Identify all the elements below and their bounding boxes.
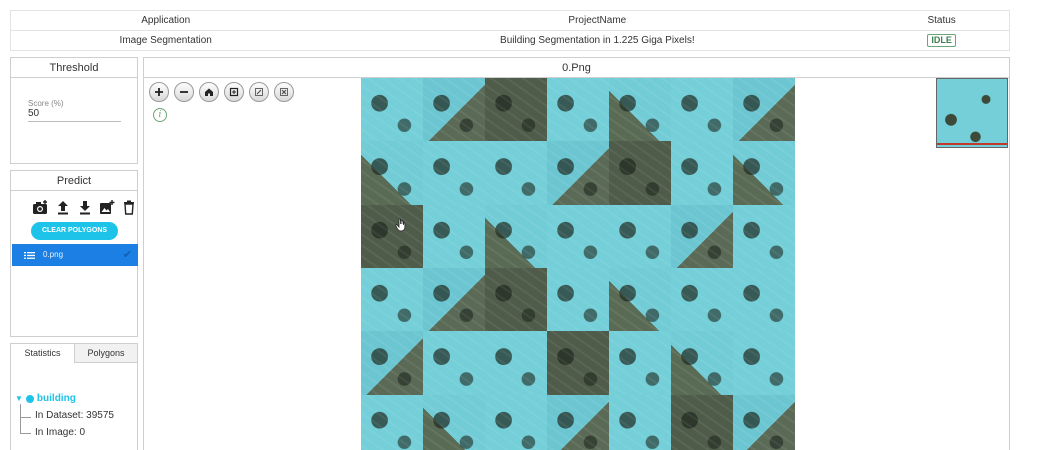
image-tile <box>485 331 547 395</box>
image-tile <box>423 141 485 205</box>
image-tile <box>547 78 609 142</box>
image-tile <box>423 394 485 450</box>
image-tile <box>361 78 423 142</box>
predict-title: Predict <box>11 171 137 191</box>
stats-tabs: Statistics Polygons <box>11 344 137 363</box>
header-application-label: Application <box>141 15 191 26</box>
image-tile <box>733 204 795 268</box>
zoom-out-icon[interactable] <box>174 82 194 102</box>
in-image-count: In Image: 0 <box>35 427 86 438</box>
image-tile <box>361 141 423 205</box>
threshold-panel: Threshold Score (%) 50 <box>10 57 138 164</box>
check-icon: ✔ <box>122 249 132 261</box>
image-tile <box>423 267 485 332</box>
hand-cursor-icon <box>395 218 406 232</box>
image-tile <box>733 141 795 205</box>
home-icon[interactable] <box>199 82 219 102</box>
file-list-item[interactable]: 0.png ✔ <box>12 244 138 266</box>
image-tile <box>547 394 609 450</box>
image-tile <box>361 331 423 395</box>
tab-statistics[interactable]: Statistics <box>11 344 74 363</box>
info-icon[interactable]: i <box>153 108 167 122</box>
in-dataset-count: In Dataset: 39575 <box>35 410 114 421</box>
status-badge: IDLE <box>927 33 956 47</box>
image-tile <box>671 394 733 450</box>
image-tile <box>361 267 423 332</box>
flip-icon[interactable] <box>274 82 294 102</box>
navigator-minimap[interactable] <box>936 78 1008 148</box>
zoom-in-icon[interactable] <box>149 82 169 102</box>
project-name: Building Segmentation in 1.225 Giga Pixe… <box>500 35 695 46</box>
image-tile <box>547 331 609 395</box>
status-cell: IDLE <box>874 31 1009 51</box>
image-tile <box>609 331 671 395</box>
tree-connector <box>20 404 21 434</box>
statistics-panel: Statistics Polygons ▼ building In Datase… <box>10 343 138 450</box>
class-tree-root[interactable]: ▼ building <box>15 393 76 404</box>
download-icon[interactable] <box>75 199 94 215</box>
rotate-icon[interactable] <box>249 82 269 102</box>
score-label: Score (%) <box>28 99 64 108</box>
image-tile <box>547 267 609 332</box>
header-table: Application ProjectName Status Image Seg… <box>10 10 1010 51</box>
image-tile <box>547 204 609 268</box>
image-tile <box>423 331 485 395</box>
image-tile <box>733 78 795 142</box>
application-name: Image Segmentation <box>119 35 212 46</box>
segmentation-image[interactable] <box>361 78 795 450</box>
image-tile <box>485 78 547 142</box>
tab-polygons[interactable]: Polygons <box>73 344 137 363</box>
trash-icon[interactable] <box>119 199 138 215</box>
image-tile <box>423 78 485 142</box>
image-tile <box>609 267 671 332</box>
predict-panel: Predict CLEAR POLYGONS 0.png ✔ <box>10 170 138 337</box>
header-project-label: ProjectName <box>568 15 627 26</box>
image-tile <box>547 141 609 205</box>
score-input[interactable]: 50 <box>28 108 121 122</box>
header-status-label: Status <box>927 15 956 26</box>
caret-down-icon[interactable]: ▼ <box>15 394 23 403</box>
threshold-title: Threshold <box>11 58 137 78</box>
list-icon <box>24 252 35 259</box>
viewer-title: 0.Png <box>144 58 1009 78</box>
image-tile <box>423 204 485 268</box>
viewer-controls <box>149 82 294 102</box>
image-tile <box>733 267 795 332</box>
camera-add-icon[interactable] <box>31 199 50 215</box>
class-color-dot <box>25 394 34 403</box>
header-row-labels: Application ProjectName Status <box>11 11 1009 31</box>
file-name: 0.png <box>43 250 64 259</box>
predict-toolbar <box>31 199 138 215</box>
image-tile <box>485 394 547 450</box>
image-tile <box>485 141 547 205</box>
minimap-viewport <box>937 143 1007 145</box>
image-tile <box>609 78 671 142</box>
image-tile <box>609 204 671 268</box>
header-row-values: Image Segmentation Building Segmentation… <box>11 31 1009 51</box>
image-tile <box>609 394 671 450</box>
image-tile <box>485 204 547 268</box>
fullpage-icon[interactable] <box>224 82 244 102</box>
tree-branch <box>20 433 31 434</box>
image-tile <box>361 394 423 450</box>
image-tile <box>733 394 795 450</box>
image-viewer: 0.Png i <box>143 57 1010 450</box>
add-image-icon[interactable] <box>97 199 116 215</box>
image-tile <box>609 141 671 205</box>
image-tile <box>733 331 795 395</box>
class-name: building <box>36 393 76 404</box>
clear-polygons-button[interactable]: CLEAR POLYGONS <box>31 222 118 240</box>
image-tile <box>671 204 733 268</box>
image-tile <box>671 267 733 332</box>
image-tile <box>671 141 733 205</box>
image-tile <box>485 267 547 332</box>
upload-icon[interactable] <box>53 199 72 215</box>
image-tile <box>671 331 733 395</box>
image-tile <box>361 204 423 268</box>
tree-branch <box>20 417 31 418</box>
image-tile <box>671 78 733 142</box>
